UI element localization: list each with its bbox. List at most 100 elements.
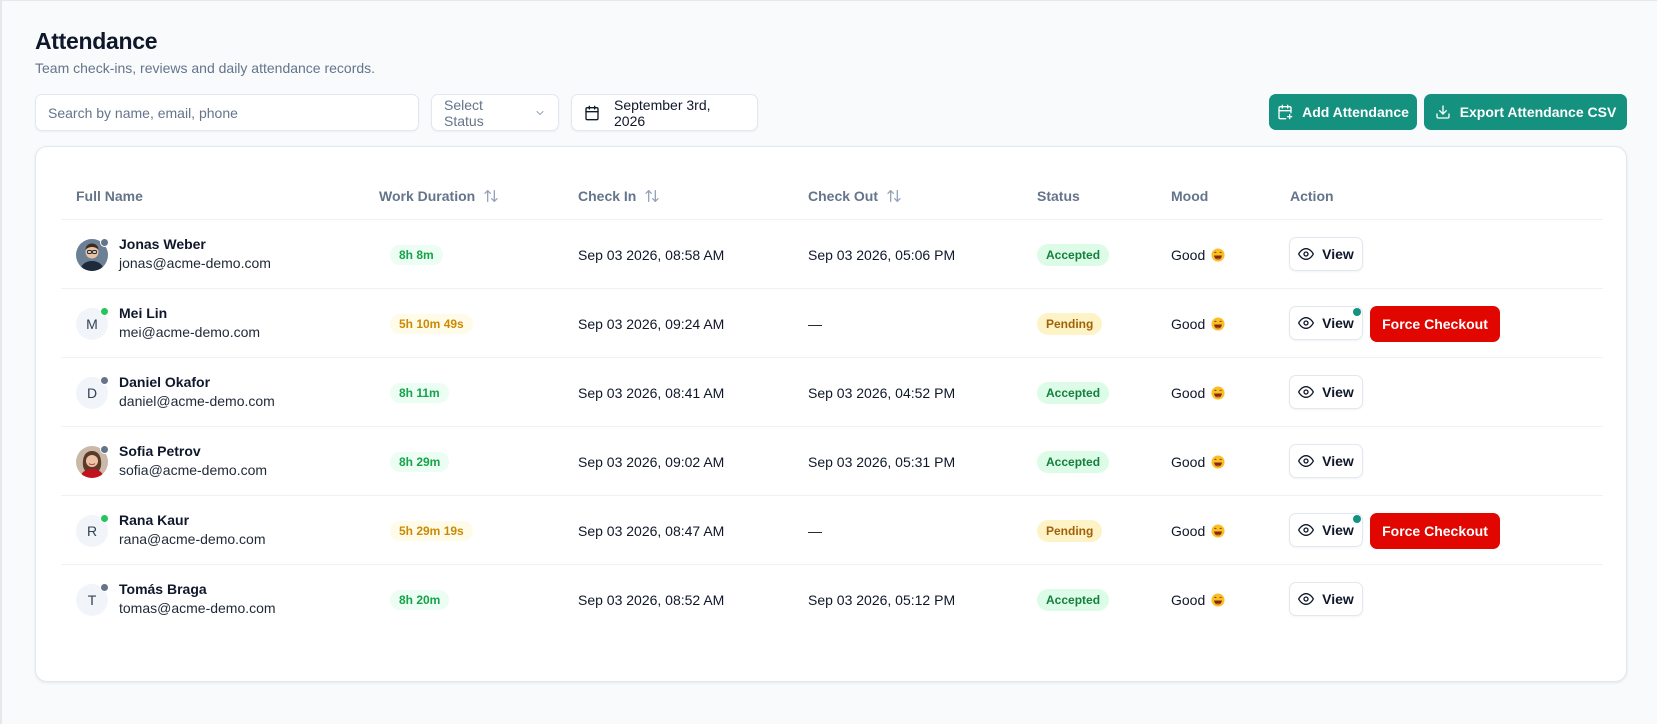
window-top-border [0,0,1657,1]
grin-emoji-icon [1211,454,1225,469]
search-input[interactable] [35,94,419,131]
work-duration-cell: 5h 29m 19s [390,496,473,565]
mood-label: Good [1171,246,1206,263]
view-button[interactable]: View [1289,444,1363,478]
view-button-label: View [1322,453,1354,469]
sort-icon[interactable] [886,188,902,204]
table-row: D Daniel Okafor daniel@acme-demo.com 8h 11m… [61,358,1603,427]
calendar-plus-icon [1277,104,1293,120]
presence-dot [100,307,109,316]
presence-dot [100,445,109,454]
duration-badge: 8h 8m [390,244,443,265]
header-work-duration-label: Work Duration [379,188,476,204]
view-button-label: View [1322,591,1354,607]
status-badge: Accepted [1037,381,1110,404]
check-out-cell: — [808,315,822,332]
header-check-out[interactable]: Check Out [808,188,902,204]
page-subtitle: Team check-ins, reviews and daily attend… [35,60,376,76]
person-name: Daniel Okafor [119,374,211,390]
person-email: jonas@acme-demo.com [119,255,271,271]
avatar-initial: D [86,385,98,401]
check-in-cell: Sep 03 2026, 09:02 AM [578,453,725,470]
header-check-in[interactable]: Check In [578,188,660,204]
check-in-cell: Sep 03 2026, 08:58 AM [578,246,725,263]
eye-icon [1298,522,1315,538]
status-badge: Accepted [1037,588,1110,611]
view-button[interactable]: View [1289,513,1363,547]
person-email: rana@acme-demo.com [119,531,266,547]
force-checkout-button[interactable]: Force Checkout [1370,513,1500,549]
view-button-label: View [1322,522,1354,538]
avatar-initial: T [87,592,97,608]
header-action-label: Action [1290,188,1334,204]
force-checkout-button[interactable]: Force Checkout [1370,306,1500,342]
view-button[interactable]: View [1289,375,1363,409]
eye-icon [1298,591,1315,607]
attendance-table-card: Full Name Work Duration Check In Check O… [35,146,1627,682]
status-select-label: Select Status [444,96,484,129]
chevron-down-icon [534,107,546,119]
check-in-cell: Sep 03 2026, 09:24 AM [578,315,725,332]
sort-icon[interactable] [483,188,499,204]
duration-badge: 8h 29m [390,451,450,472]
avatar [76,445,109,478]
header-action: Action [1290,188,1334,204]
status-cell: Pending [1037,496,1103,565]
add-attendance-label: Add Attendance [1302,104,1409,120]
duration-badge: 5h 29m 19s [390,520,473,541]
status-select[interactable]: Select Status [431,94,559,131]
person-name: Sofia Petrov [119,443,201,459]
mood-label: Good [1171,591,1206,608]
view-button[interactable]: View [1289,582,1363,616]
status-cell: Pending [1037,289,1103,358]
mood-label: Good [1171,384,1206,401]
header-status-label: Status [1037,188,1080,204]
mood-cell: Good [1171,289,1225,358]
mood-cell: Good [1171,427,1225,496]
avatar: D [76,376,109,409]
grin-emoji-icon [1211,592,1225,607]
person-name: Rana Kaur [119,512,190,528]
grin-emoji-icon [1211,523,1225,538]
mood-label: Good [1171,315,1206,332]
presence-dot [100,238,109,247]
table-row: M Mei Lin mei@acme-demo.com 5h 10m 49s Sep 0… [61,289,1603,358]
export-csv-button[interactable]: Export Attendance CSV [1424,94,1627,130]
eye-icon [1298,315,1315,331]
table-row: Jonas Weber jonas@acme-demo.com 8h 8m Sep 0… [61,220,1603,289]
status-badge: Pending [1037,312,1103,335]
avatar-initial: M [86,316,98,332]
add-attendance-button[interactable]: Add Attendance [1269,94,1417,130]
duration-badge: 8h 11m [390,382,449,403]
date-picker[interactable]: September 3rd, 2026 [571,94,758,131]
check-out-cell: Sep 03 2026, 05:31 PM [808,453,956,470]
view-button[interactable]: View [1289,237,1363,271]
status-cell: Accepted [1037,220,1110,289]
duration-badge: 5h 10m 49s [390,313,473,334]
check-in-cell: Sep 03 2026, 08:41 AM [578,384,725,401]
mood-label: Good [1171,453,1206,470]
page-title: Attendance [35,28,158,54]
header-work-duration[interactable]: Work Duration [379,188,499,204]
eye-icon [1298,384,1315,400]
duration-badge: 8h 20m [390,589,450,610]
work-duration-cell: 8h 8m [390,220,443,289]
work-duration-cell: 8h 20m [390,565,450,634]
mood-label: Good [1171,522,1206,539]
grin-emoji-icon [1211,247,1225,262]
presence-dot [100,583,109,592]
presence-dot [100,376,109,385]
status-cell: Accepted [1037,358,1110,427]
status-badge: Pending [1037,519,1103,542]
avatar-initial: R [86,523,98,539]
mood-cell: Good [1171,565,1225,634]
check-out-cell: — [808,522,822,539]
check-in-cell: Sep 03 2026, 08:52 AM [578,591,725,608]
notification-dot [1353,308,1361,316]
view-button[interactable]: View [1289,306,1363,340]
person-email: daniel@acme-demo.com [119,393,275,409]
header-full-name: Full Name [76,188,143,204]
sort-icon[interactable] [644,188,660,204]
grin-emoji-icon [1211,385,1225,400]
status-badge: Accepted [1037,450,1110,473]
